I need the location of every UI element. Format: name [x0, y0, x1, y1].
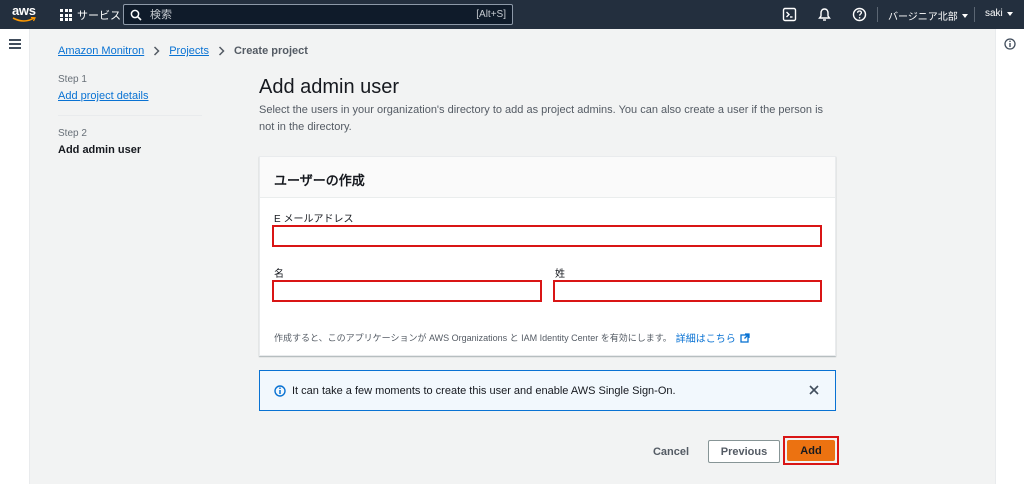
step-2-number: Step 2 [58, 128, 87, 139]
breadcrumb-monitron[interactable]: Amazon Monitron [58, 45, 144, 57]
add-button-highlight: Add [783, 436, 839, 465]
aws-logo[interactable]: aws [12, 4, 38, 24]
close-icon[interactable] [808, 384, 820, 396]
previous-button[interactable]: Previous [708, 440, 780, 463]
chevron-right-icon [218, 46, 225, 56]
cloudshell-icon[interactable] [782, 7, 797, 22]
bell-icon[interactable] [817, 7, 832, 22]
search-shortcut: [Alt+S] [476, 9, 506, 20]
cancel-button[interactable]: Cancel [645, 441, 697, 463]
menu-icon[interactable] [9, 39, 21, 49]
user-menu[interactable]: saki [985, 8, 1013, 19]
breadcrumb-projects[interactable]: Projects [169, 45, 209, 57]
external-link-icon[interactable] [740, 332, 750, 343]
alert-message: It can take a few moments to create this… [292, 385, 676, 397]
search-bar[interactable]: [Alt+S] [123, 4, 513, 25]
info-icon[interactable] [1004, 38, 1016, 50]
step-divider [58, 115, 202, 116]
panel-header: ユーザーの作成 [260, 157, 835, 198]
hint-text: 作成すると、このアプリケーションが AWS Organizations と IA… [274, 333, 672, 343]
grid-icon [60, 9, 72, 21]
email-field[interactable] [272, 225, 822, 247]
tools-panel-strip [995, 29, 1024, 484]
region-label: バージニア北部 [888, 12, 958, 23]
panel-title: ユーザーの作成 [274, 173, 365, 188]
user-label: saki [985, 8, 1003, 19]
email-label: E メールアドレス [274, 214, 354, 225]
last-name-label: 姓 [555, 269, 565, 280]
step-2-label: Add admin user [58, 144, 142, 156]
page-description: Select the users in your organization's … [259, 104, 824, 133]
form-hint: 作成すると、このアプリケーションが AWS Organizations と IA… [274, 330, 750, 345]
last-name-field[interactable] [553, 280, 822, 302]
caret-down-icon [961, 13, 968, 18]
caret-down-icon [1006, 11, 1013, 16]
add-button[interactable]: Add [787, 440, 835, 461]
top-navigation: aws サービス [Alt+S] バージニア [0, 0, 1024, 29]
breadcrumb-current: Create project [233, 45, 308, 57]
breadcrumb: Amazon Monitron Projects Create project [58, 45, 308, 57]
step-1-link[interactable]: Add project details [58, 90, 149, 102]
learn-more-link[interactable]: 詳細はこちら [676, 330, 736, 345]
search-icon [130, 9, 142, 21]
step-1-number: Step 1 [58, 74, 87, 85]
side-navigation-strip [0, 29, 30, 484]
info-alert: It can take a few moments to create this… [259, 370, 836, 411]
nav-divider [974, 7, 975, 22]
info-icon [274, 385, 286, 397]
region-selector[interactable]: バージニア北部 [888, 8, 968, 23]
first-name-field[interactable] [272, 280, 542, 302]
first-name-label: 名 [274, 269, 284, 280]
nav-divider [877, 7, 878, 22]
aws-logo-text: aws [12, 3, 36, 18]
create-user-panel: ユーザーの作成 E メールアドレス 名 姓 作成すると、このアプリケーションが … [259, 156, 836, 356]
services-menu[interactable]: サービス [60, 7, 121, 23]
services-label: サービス [77, 10, 121, 22]
help-icon[interactable] [852, 7, 867, 22]
page-title: Add admin user [259, 76, 400, 98]
chevron-right-icon [154, 46, 160, 56]
search-input[interactable] [150, 8, 477, 21]
